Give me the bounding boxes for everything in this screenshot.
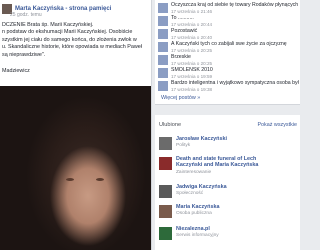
list-item[interactable]: Bardzo inteligentna i wyjątkowo sympatyc… bbox=[155, 79, 300, 94]
page-avatar[interactable] bbox=[159, 137, 172, 150]
avatar[interactable] bbox=[158, 81, 168, 91]
avatar[interactable] bbox=[158, 68, 168, 78]
comment-text: Oczyszcza kraj od siebie tę towary Rodak… bbox=[171, 2, 299, 8]
avatar[interactable] bbox=[158, 16, 168, 26]
comment-text: To ........... bbox=[171, 15, 194, 21]
post-header: Marta Kaczyńska - strona pamięci 25 godz… bbox=[0, 0, 151, 18]
post-photo[interactable] bbox=[0, 86, 151, 250]
page-item[interactable]: Jadwiga Kaczyńska Społeczność bbox=[159, 183, 299, 203]
page-item[interactable]: Niezalezna.pl Serwis informacyjny bbox=[159, 225, 299, 245]
page-avatar[interactable] bbox=[159, 185, 172, 198]
page-name[interactable]: Jadwiga Kaczyńska bbox=[176, 184, 276, 190]
comment-text: Pozostawić bbox=[171, 28, 198, 34]
page-category: Polityk bbox=[176, 143, 191, 148]
avatar[interactable] bbox=[158, 42, 168, 52]
post-timestamp[interactable]: 25 godz. temu bbox=[10, 12, 42, 18]
page-name[interactable]: Death and state funeral of Lech Kaczyńsk… bbox=[176, 156, 276, 169]
page-category: Osoba publiczna bbox=[176, 211, 212, 216]
comment-text: A Kaczyński tych co zabijali swe życie z… bbox=[171, 41, 287, 47]
comment-text: Bardzo inteligentna i wyjątkowo sympatyc… bbox=[171, 80, 299, 86]
section-title: Ulubione bbox=[159, 122, 182, 128]
comment-text: Brzeskie bbox=[171, 54, 191, 60]
page-name[interactable]: Maria Kaczyńska bbox=[176, 204, 276, 210]
page-item[interactable]: Maria Kaczyńska Osoba publiczna bbox=[159, 203, 299, 223]
page-name[interactable]: Jarosław Kaczyński bbox=[176, 136, 276, 142]
page-item[interactable]: Jarosław Kaczyński Polityk bbox=[159, 135, 299, 155]
page-category: Zainteresowanie bbox=[176, 170, 212, 175]
recent-posts-box: Oczyszcza kraj od siebie tę towary Rodak… bbox=[155, 0, 300, 105]
page-avatar[interactable] bbox=[159, 227, 172, 240]
right-column: Oczyszcza kraj od siebie tę towary Rodak… bbox=[152, 0, 300, 250]
post-body: DCZENIE Brata śp. Marii Kaczyńskiej. n p… bbox=[2, 22, 142, 58]
comment-text: SMOLEŃSK 2010 bbox=[171, 67, 213, 73]
post-signature: Madziewicz bbox=[2, 68, 30, 74]
avatar[interactable] bbox=[158, 3, 168, 13]
page-category: Serwis informacyjny bbox=[176, 233, 219, 238]
liked-pages-box: Ulubione Pokaż wszystkie Jarosław Kaczyń… bbox=[155, 115, 300, 250]
avatar[interactable] bbox=[158, 29, 168, 39]
avatar[interactable] bbox=[158, 55, 168, 65]
post-card: Marta Kaczyńska - strona pamięci 25 godz… bbox=[0, 0, 151, 250]
page-category: Społeczność bbox=[176, 191, 204, 196]
photo-detail bbox=[66, 178, 74, 181]
page-avatar[interactable] bbox=[159, 157, 172, 170]
page-name[interactable]: Niezalezna.pl bbox=[176, 226, 276, 232]
photo-detail bbox=[96, 178, 104, 181]
page-item[interactable]: Death and state funeral of Lech Kaczyńsk… bbox=[159, 155, 299, 175]
comment-time[interactable]: 17 września o 19:38 bbox=[171, 87, 212, 92]
show-all-link[interactable]: Pokaż wszystkie bbox=[257, 122, 297, 128]
more-posts-link[interactable]: Więcej postów » bbox=[161, 95, 200, 101]
page-avatar[interactable] bbox=[159, 205, 172, 218]
